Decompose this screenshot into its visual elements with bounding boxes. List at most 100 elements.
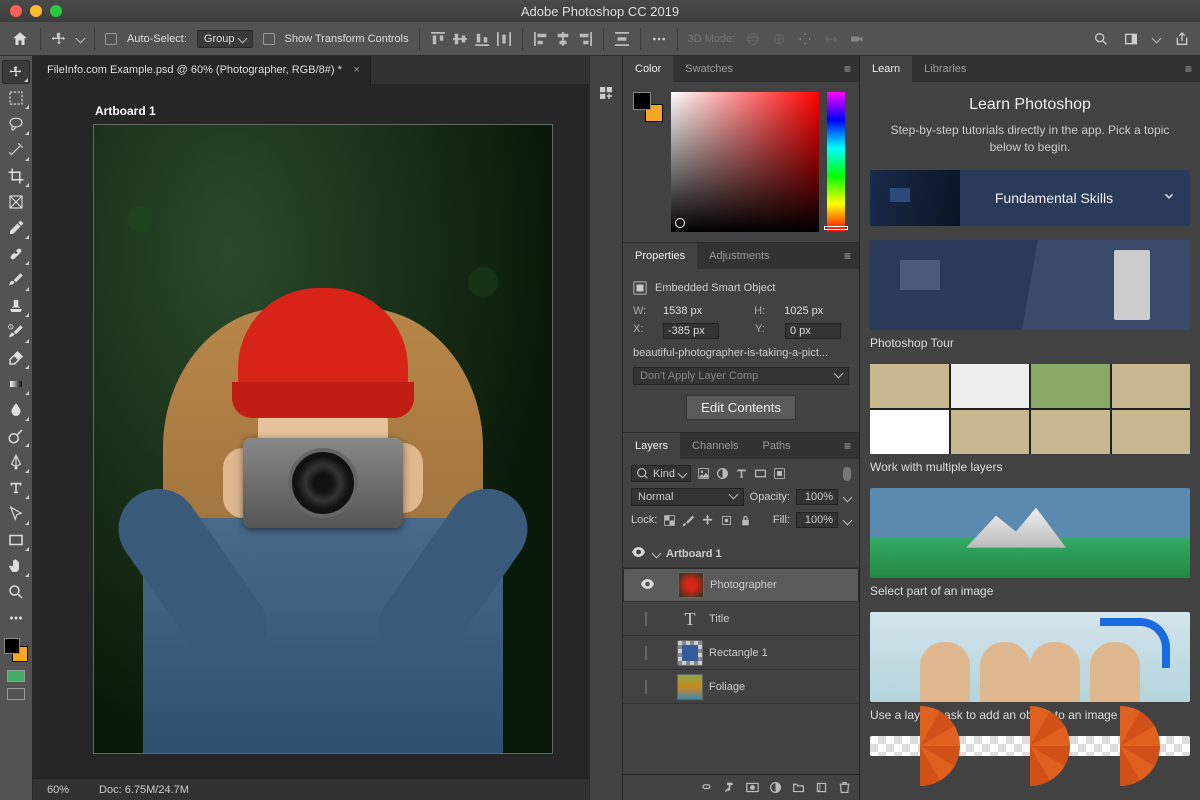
clone-stamp-tool[interactable] [2,294,30,318]
layer-name[interactable]: Artboard 1 [666,548,722,560]
align-left-icon[interactable] [533,32,549,46]
home-icon[interactable] [10,30,30,48]
layer-thumbnail[interactable] [677,640,703,666]
layer-name[interactable]: Photographer [710,579,777,591]
healing-brush-tool[interactable] [2,242,30,266]
filter-toggle[interactable] [843,467,851,481]
expand-chevron-icon[interactable] [1148,189,1190,206]
layer-title[interactable]: T Title [623,602,859,636]
foreground-background-colors[interactable] [2,636,30,664]
maximize-window-button[interactable] [50,5,62,17]
edit-toolbar-icon[interactable] [2,606,30,630]
workspace-switcher-icon[interactable] [1123,31,1139,47]
filter-adjustment-icon[interactable] [716,467,729,480]
distribute-h-icon[interactable] [496,32,512,46]
tutorial-multiple-layers[interactable]: Work with multiple layers [870,364,1190,474]
filter-shape-icon[interactable] [754,467,767,480]
tab-properties[interactable]: Properties [623,243,697,269]
align-right-icon[interactable] [577,32,593,46]
layer-comp-dropdown[interactable]: Don't Apply Layer Comp [633,367,849,385]
adjustment-layer-icon[interactable] [769,781,782,794]
lock-all-icon[interactable] [739,514,752,527]
auto-select-checkbox[interactable] [105,33,117,45]
prop-y-input[interactable]: 0 px [785,323,841,339]
layer-rectangle-1[interactable]: Rectangle 1 [623,636,859,670]
visibility-toggle[interactable] [638,579,656,592]
hue-slider[interactable] [827,92,845,232]
fundamental-skills-row[interactable]: Fundamental Skills [870,170,1190,226]
search-icon[interactable] [1093,31,1109,47]
brush-tool[interactable] [2,268,30,292]
doc-size[interactable]: Doc: 6.75M/24.7M [99,784,189,796]
artboard-label[interactable]: Artboard 1 [95,104,549,118]
lasso-tool[interactable] [2,112,30,136]
layer-thumbnail[interactable] [677,674,703,700]
tab-libraries[interactable]: Libraries [912,56,978,82]
pen-tool[interactable] [2,450,30,474]
tab-channels[interactable]: Channels [680,433,750,459]
filter-pixel-icon[interactable] [697,467,710,480]
hand-tool[interactable] [2,554,30,578]
opacity-input[interactable]: 100% [796,489,838,505]
magic-wand-tool[interactable] [2,138,30,162]
eyedropper-tool[interactable] [2,216,30,240]
path-selection-tool[interactable] [2,502,30,526]
rectangle-tool[interactable] [2,528,30,552]
lock-transparency-icon[interactable] [663,514,676,527]
screen-mode-toggle[interactable] [7,688,25,700]
lock-artboard-icon[interactable] [720,514,733,527]
share-icon[interactable] [1174,31,1190,47]
document-tab[interactable]: FileInfo.com Example.psd @ 60% (Photogra… [33,56,371,84]
gradient-tool[interactable] [2,372,30,396]
visibility-toggle[interactable] [629,547,647,560]
panel-menu-icon[interactable]: ≡ [836,243,859,269]
tab-adjustments[interactable]: Adjustments [697,243,782,269]
lock-image-icon[interactable] [682,514,695,527]
move-tool-icon[interactable] [51,31,67,47]
artboard[interactable] [93,124,553,754]
tutorial-select-part[interactable]: Select part of an image [870,488,1190,598]
align-vcenter-icon[interactable] [452,32,468,46]
layer-artboard-1[interactable]: Artboard 1 [623,540,859,568]
crop-tool[interactable] [2,164,30,188]
tutorial-photoshop-tour[interactable]: Photoshop Tour [870,240,1190,350]
fill-input[interactable]: 100% [796,512,838,528]
minimize-window-button[interactable] [30,5,42,17]
layer-filter-kind[interactable]: Kind [631,465,691,482]
visibility-toggle[interactable] [637,647,655,659]
prop-height[interactable]: 1025 px [784,305,823,317]
layer-photographer[interactable]: Photographer [623,568,859,602]
close-window-button[interactable] [10,5,22,17]
tutorial-list[interactable]: Photoshop Tour Work with multiple layers… [860,240,1200,800]
eraser-tool[interactable] [2,346,30,370]
layer-name[interactable]: Rectangle 1 [709,647,768,659]
delete-layer-icon[interactable] [838,781,851,794]
color-picker-field[interactable] [671,92,819,232]
tab-learn[interactable]: Learn [860,56,912,82]
history-panel-icon[interactable] [597,84,615,105]
quick-mask-toggle[interactable] [7,670,25,682]
tab-color[interactable]: Color [623,56,673,82]
color-fgbg-swatch[interactable] [633,92,663,122]
more-options-icon[interactable] [651,31,667,47]
tab-paths[interactable]: Paths [751,433,803,459]
filter-smartobj-icon[interactable] [773,467,786,480]
canvas-viewport[interactable]: Artboard 1 [33,84,589,778]
align-top-icon[interactable] [430,32,446,46]
move-tool[interactable] [2,60,30,84]
blend-mode-dropdown[interactable]: Normal [631,488,744,506]
align-hcenter-icon[interactable] [555,32,571,46]
panel-menu-icon[interactable]: ≡ [836,433,859,459]
link-layers-icon[interactable] [700,781,713,794]
panel-menu-icon[interactable]: ≡ [836,56,859,82]
visibility-toggle[interactable] [637,613,655,625]
dodge-tool[interactable] [2,424,30,448]
auto-select-dropdown[interactable]: Group [197,30,253,48]
layer-mask-icon[interactable] [746,781,759,794]
marquee-tool[interactable] [2,86,30,110]
tab-swatches[interactable]: Swatches [673,56,745,82]
tutorial-extra[interactable] [870,736,1190,756]
close-tab-icon[interactable]: × [353,64,359,76]
visibility-toggle[interactable] [637,681,655,693]
layer-style-icon[interactable] [723,781,736,794]
